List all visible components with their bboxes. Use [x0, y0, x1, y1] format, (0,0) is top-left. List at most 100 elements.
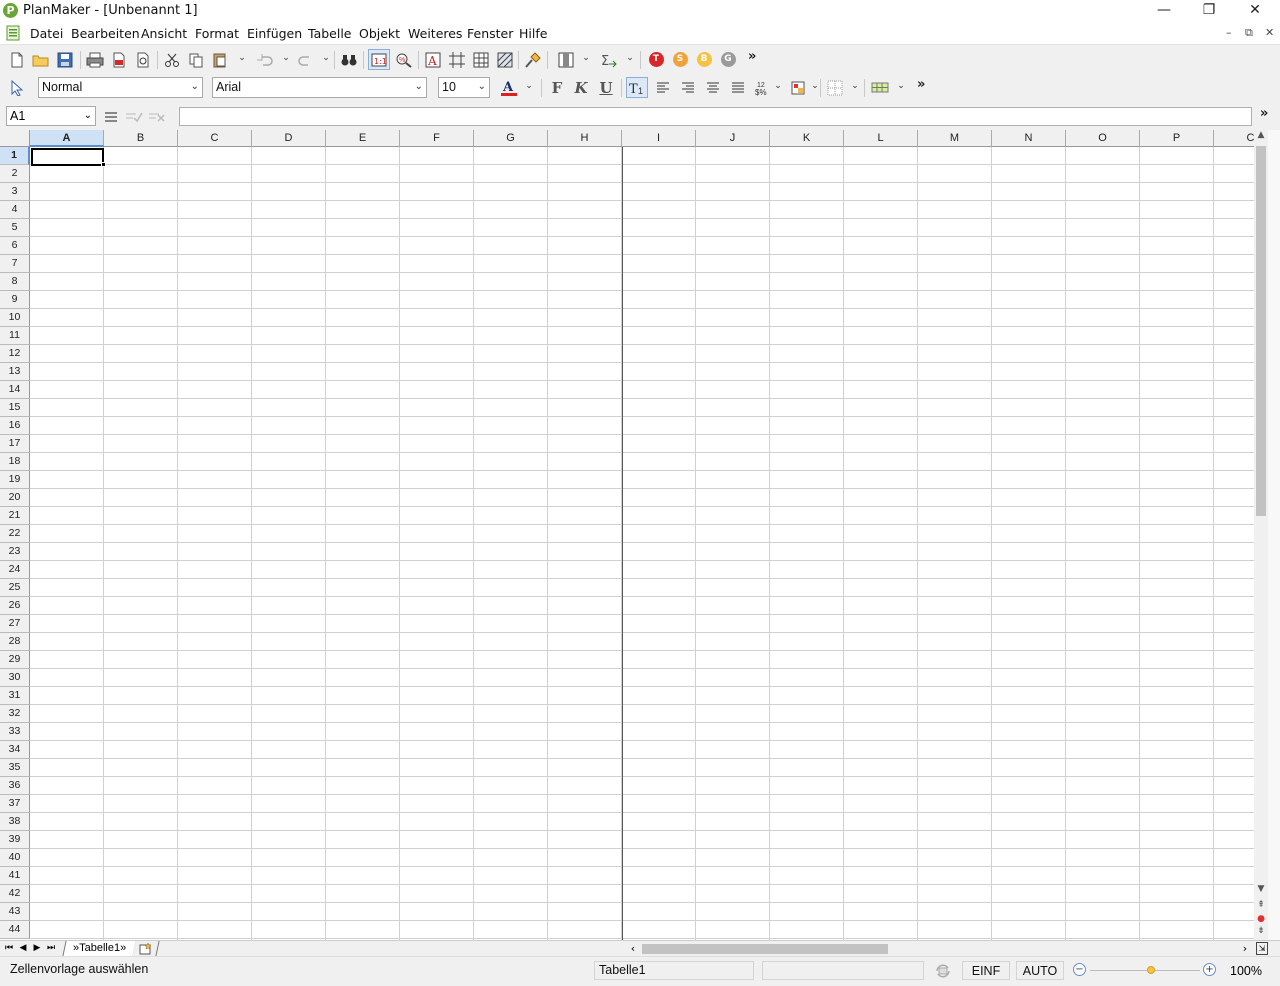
column-header[interactable]: K — [770, 130, 844, 147]
print-preview-icon[interactable] — [132, 49, 154, 70]
active-cell-a1[interactable] — [31, 148, 104, 166]
row-header[interactable]: 27 — [0, 615, 30, 633]
row-header[interactable]: 5 — [0, 219, 30, 237]
column-header[interactable]: F — [400, 130, 474, 147]
borders-chevron-icon[interactable]: ⌄ — [850, 81, 860, 91]
doc-restore-button[interactable]: ⧉ — [1245, 26, 1253, 40]
bold-button[interactable]: F — [546, 77, 568, 98]
conditional-format-chevron-icon[interactable]: ⌄ — [810, 81, 820, 91]
underline-button[interactable]: U — [595, 77, 617, 98]
save-icon[interactable] — [54, 49, 76, 70]
column-header[interactable]: L — [844, 130, 918, 147]
align-center-icon[interactable] — [702, 77, 724, 98]
row-header[interactable]: 37 — [0, 795, 30, 813]
recalculate-icon[interactable] — [934, 963, 952, 979]
paste-icon[interactable] — [209, 49, 231, 70]
column-header[interactable]: P — [1140, 130, 1214, 147]
fill-handle[interactable] — [101, 162, 106, 167]
horizontal-scrollbar[interactable]: ‹ › — [627, 942, 1253, 956]
page-down-icon[interactable]: ⇟ — [1254, 926, 1268, 940]
font-name-select[interactable]: Arial ⌄ — [212, 77, 427, 98]
hatch-fill-icon[interactable] — [494, 49, 516, 70]
italic-button[interactable]: K — [570, 77, 592, 98]
row-header[interactable]: 44 — [0, 921, 30, 939]
toolbar-more-icon[interactable]: » — [748, 49, 756, 64]
restore-button[interactable]: ❐ — [1186, 0, 1232, 22]
planmaker-s-icon[interactable]: S — [669, 49, 691, 70]
new-file-icon[interactable] — [6, 49, 28, 70]
export-pdf-icon[interactable] — [108, 49, 130, 70]
align-justify-icon[interactable] — [727, 77, 749, 98]
vertical-scroll-thumb[interactable] — [1256, 146, 1266, 516]
page-up-icon[interactable]: ⇞ — [1254, 900, 1268, 914]
menu-objekt[interactable]: Objekt — [359, 26, 400, 41]
row-header[interactable]: 23 — [0, 543, 30, 561]
undo-icon[interactable] — [254, 49, 276, 70]
textmaker-icon[interactable]: T — [645, 49, 667, 70]
menu-fenster[interactable]: Fenster — [467, 26, 513, 41]
column-header[interactable]: C — [1214, 130, 1254, 147]
row-header[interactable]: 19 — [0, 471, 30, 489]
next-sheet-icon[interactable]: ▶ — [30, 942, 44, 955]
function-list-icon[interactable] — [100, 106, 122, 127]
row-header[interactable]: 25 — [0, 579, 30, 597]
menu-tabelle[interactable]: Tabelle — [308, 26, 352, 41]
scroll-left-arrow-icon[interactable]: ‹ — [627, 942, 639, 956]
column-header[interactable]: A — [30, 130, 104, 147]
menu-ansicht[interactable]: Ansicht — [141, 26, 187, 41]
doc-close-button[interactable]: ✕ — [1265, 26, 1274, 39]
zoom-out-button[interactable]: − — [1073, 963, 1086, 976]
first-sheet-icon[interactable]: ⏮ — [2, 942, 16, 955]
row-header[interactable]: 2 — [0, 165, 30, 183]
align-left-icon[interactable] — [652, 77, 674, 98]
select-all-corner[interactable] — [0, 130, 30, 147]
font-color-chevron-icon[interactable]: ⌄ — [524, 81, 534, 91]
row-header[interactable]: 1 — [0, 147, 30, 165]
column-width-chevron-icon[interactable]: ⌄ — [581, 53, 591, 63]
menu-datei[interactable]: Datei — [30, 26, 63, 41]
cut-icon[interactable] — [161, 49, 183, 70]
minimize-button[interactable]: — — [1141, 0, 1187, 22]
column-header[interactable]: B — [104, 130, 178, 147]
prev-sheet-icon[interactable]: ◀ — [16, 942, 30, 955]
column-width-icon[interactable] — [555, 49, 577, 70]
autosum-chevron-icon[interactable]: ⌄ — [625, 53, 635, 63]
scroll-down-arrow-icon[interactable]: ▼ — [1254, 884, 1268, 898]
format-painter-icon[interactable] — [522, 49, 544, 70]
row-header[interactable]: 43 — [0, 903, 30, 921]
select-pointer-icon[interactable] — [6, 77, 28, 98]
column-header[interactable]: H — [548, 130, 622, 147]
insert-mode-indicator[interactable]: EINF — [962, 961, 1010, 980]
scroll-right-arrow-icon[interactable]: › — [1239, 942, 1251, 956]
paste-dropdown-chevron-icon[interactable]: ⌄ — [237, 53, 247, 63]
row-header[interactable]: 34 — [0, 741, 30, 759]
copy-icon[interactable] — [185, 49, 207, 70]
row-header[interactable]: 6 — [0, 237, 30, 255]
row-header[interactable]: 36 — [0, 777, 30, 795]
formula-confirm-icon[interactable] — [123, 106, 145, 127]
row-header[interactable]: 32 — [0, 705, 30, 723]
undo-dropdown-chevron-icon[interactable]: ⌄ — [281, 53, 291, 63]
row-header[interactable]: 20 — [0, 489, 30, 507]
format-toolbar-more-icon[interactable]: » — [917, 77, 925, 92]
document-icon[interactable] — [6, 25, 22, 41]
row-header[interactable]: 17 — [0, 435, 30, 453]
resize-split-icon[interactable]: ⇲ — [1256, 942, 1268, 955]
frame-icon[interactable] — [446, 49, 468, 70]
row-header[interactable]: 12 — [0, 345, 30, 363]
cell-area[interactable] — [30, 147, 1254, 940]
fill-color-chevron-icon[interactable]: ⌄ — [896, 81, 906, 91]
row-header[interactable]: 9 — [0, 291, 30, 309]
last-sheet-icon[interactable]: ⏭ — [44, 942, 58, 955]
scroll-up-arrow-icon[interactable]: ▲ — [1254, 130, 1268, 144]
font-color-icon[interactable]: A — [498, 77, 520, 98]
row-header[interactable]: 29 — [0, 651, 30, 669]
column-header[interactable]: C — [178, 130, 252, 147]
zoom-percent-icon[interactable]: % — [393, 49, 415, 70]
column-header[interactable]: O — [1066, 130, 1140, 147]
cell-style-select[interactable]: Normal ⌄ — [38, 77, 203, 98]
row-header[interactable]: 22 — [0, 525, 30, 543]
text-wrap-icon[interactable]: T1 — [626, 77, 648, 98]
binoculars-search-icon[interactable] — [338, 49, 360, 70]
formula-cancel-icon[interactable] — [146, 106, 168, 127]
